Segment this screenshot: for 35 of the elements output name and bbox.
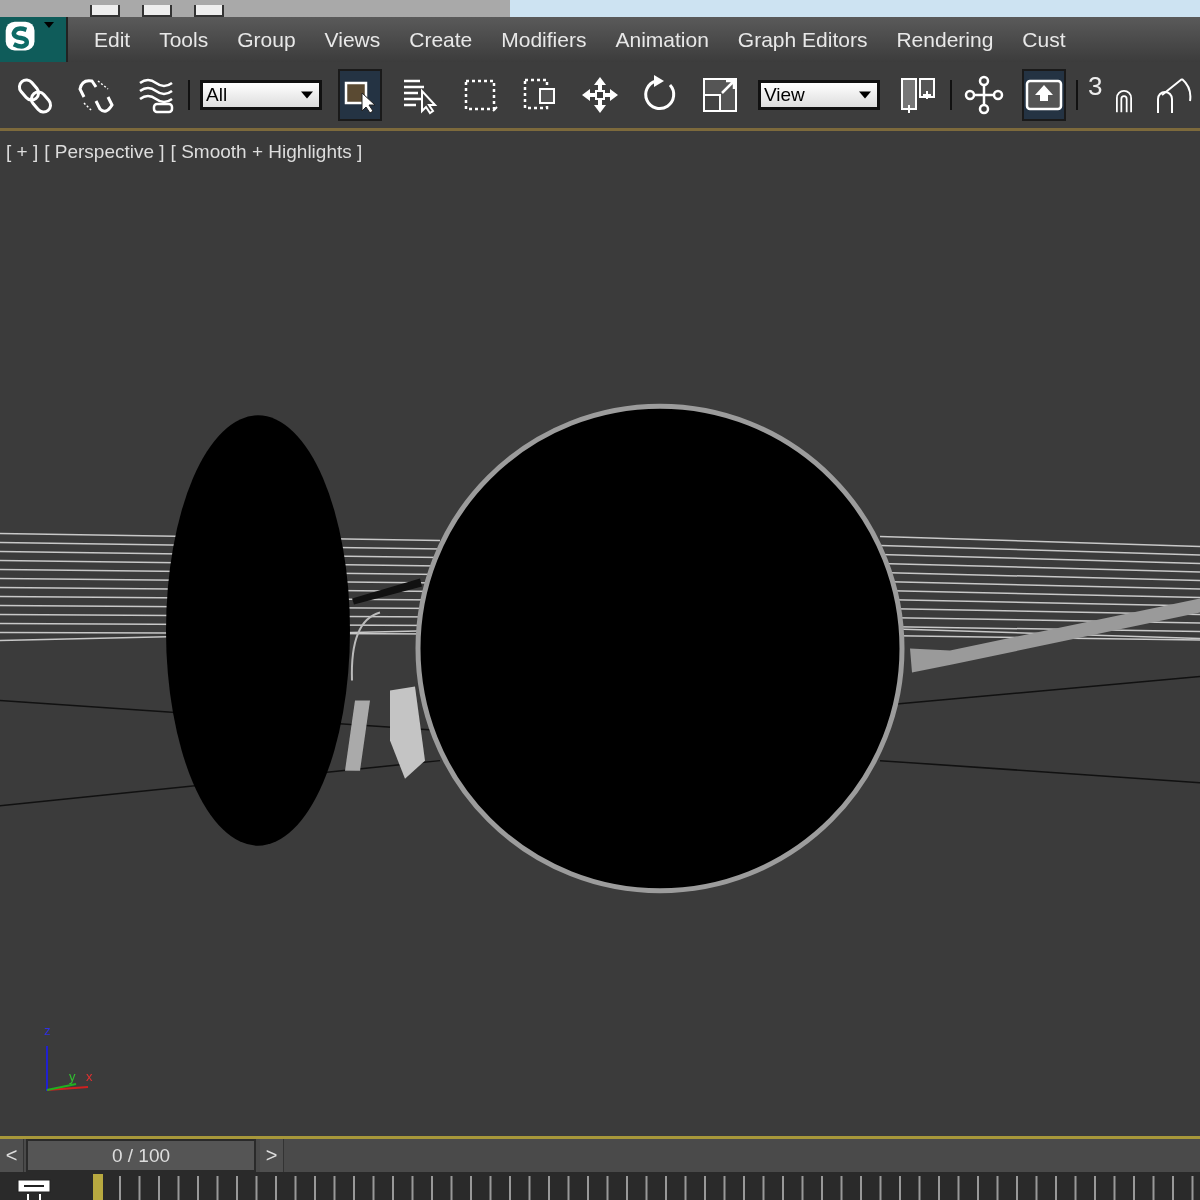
menu-item[interactable]: Group — [223, 27, 311, 52]
track-bar[interactable] — [0, 1172, 1200, 1200]
application-button[interactable] — [0, 17, 68, 62]
dropdown-arrow-icon — [859, 91, 871, 99]
previous-frame-button[interactable]: < — [0, 1139, 24, 1172]
menu-item[interactable]: Create — [395, 27, 488, 52]
sunglasses-model-drawing[interactable] — [166, 403, 1200, 894]
key-filter-icon — [16, 1178, 52, 1200]
viewport-label[interactable]: [ + ] — [6, 141, 39, 163]
toolbar-button[interactable] — [1022, 69, 1066, 121]
time-slider-thumb[interactable]: 0 / 100 — [26, 1139, 256, 1172]
viewport-label[interactable]: [ Perspective ] — [44, 141, 165, 163]
snap-toggle-button[interactable]: 3 — [1088, 69, 1134, 121]
menu-item[interactable]: Cust — [1008, 27, 1081, 52]
toolbar-button[interactable] — [338, 69, 382, 121]
next-frame-button[interactable]: > — [260, 1139, 284, 1172]
scale-icon — [700, 75, 740, 115]
pivot-icon — [898, 75, 938, 115]
move-arrows-icon — [580, 75, 620, 115]
time-marker — [93, 1174, 103, 1200]
menu-item[interactable]: Graph Editors — [723, 27, 883, 52]
menu-item[interactable]: Edit — [80, 27, 146, 52]
menu-item[interactable]: Modifiers — [487, 27, 602, 52]
axis-tripod-drawing: z y x — [44, 1022, 93, 1092]
menu-item[interactable]: Views — [310, 27, 396, 52]
node-cross-icon — [964, 75, 1004, 115]
dropdown[interactable]: All — [200, 80, 322, 110]
menu-item[interactable]: Tools — [145, 27, 224, 52]
caret-icon — [44, 22, 54, 28]
menu-item[interactable]: Rendering — [882, 27, 1009, 52]
viewport-label[interactable]: [ Smooth + Highlights ] — [170, 141, 363, 163]
magnet-icon — [1116, 90, 1132, 114]
dropdown[interactable]: View — [758, 80, 880, 110]
dropdown-arrow-icon — [301, 91, 313, 99]
menu-item[interactable]: Animation — [601, 27, 724, 52]
